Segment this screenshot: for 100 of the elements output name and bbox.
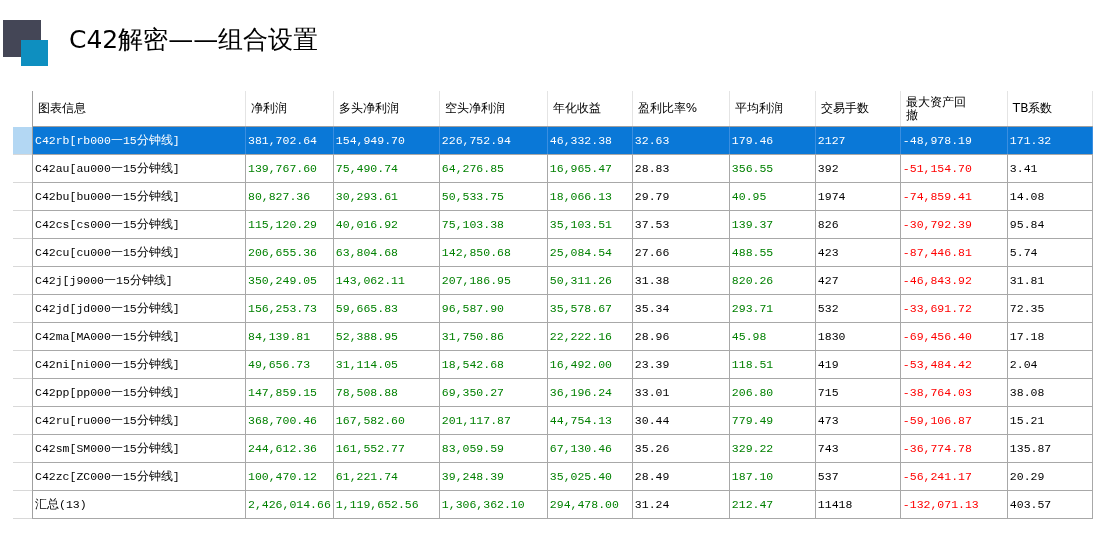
table-cell: C42ni[ni000一15分钟线] — [32, 350, 246, 379]
table-cell: 31.81 — [1007, 266, 1093, 295]
table-cell: 28.96 — [632, 322, 730, 351]
table-cell: -87,446.81 — [900, 238, 1008, 267]
column-header[interactable]: 多头净利润 — [338, 102, 399, 115]
table-cell: 154,949.70 — [333, 126, 440, 155]
table-cell: -74,859.41 — [900, 182, 1008, 211]
table-cell: 39,248.39 — [439, 462, 548, 491]
table-cell: 488.55 — [729, 238, 816, 267]
column-header[interactable]: 交易手数 — [820, 102, 869, 115]
table-cell: 212.47 — [729, 490, 816, 519]
table-cell: 419 — [815, 350, 901, 379]
table-cell: 779.49 — [729, 406, 816, 435]
table-cell: 16,492.00 — [547, 350, 633, 379]
table-cell: C42zc[ZC000一15分钟线] — [32, 462, 246, 491]
table-cell: 820.26 — [729, 266, 816, 295]
table-cell: 100,470.12 — [245, 462, 334, 491]
table-cell: -38,764.03 — [900, 378, 1008, 407]
table-cell: 226,752.94 — [439, 126, 548, 155]
table-cell: 142,850.68 — [439, 238, 548, 267]
table-cell: 3.41 — [1007, 154, 1093, 183]
table-cell: 25,084.54 — [547, 238, 633, 267]
table-cell: 50,533.75 — [439, 182, 548, 211]
table-cell: 29.79 — [632, 182, 730, 211]
table-cell: C42rb[rb000一15分钟线] — [32, 126, 246, 155]
table-cell: 179.46 — [729, 126, 816, 155]
table-cell: 2.04 — [1007, 350, 1093, 379]
table-cell: 356.55 — [729, 154, 816, 183]
table-cell: 28.83 — [632, 154, 730, 183]
table-cell: 368,700.46 — [245, 406, 334, 435]
table-cell: C42au[au000一15分钟线] — [32, 154, 246, 183]
table-cell: 49,656.73 — [245, 350, 334, 379]
table-cell: 156,253.73 — [245, 294, 334, 323]
table-cell: 33.01 — [632, 378, 730, 407]
table-cell: 78,508.88 — [333, 378, 440, 407]
table-cell: 1974 — [815, 182, 901, 211]
column-header[interactable]: 平均利润 — [734, 102, 783, 115]
column-header[interactable]: 图表信息 — [38, 102, 86, 115]
table-cell: 427 — [815, 266, 901, 295]
table-cell: -46,843.92 — [900, 266, 1008, 295]
table-cell: 22,222.16 — [547, 322, 633, 351]
table-cell: 汇总(13) — [32, 490, 246, 519]
table-cell: -33,691.72 — [900, 294, 1008, 323]
column-header[interactable]: TB系数 — [1012, 102, 1053, 115]
table-cell: 350,249.05 — [245, 266, 334, 295]
column-header[interactable]: 最大资产回撤 — [905, 95, 969, 122]
table-cell: 244,612.36 — [245, 434, 334, 463]
table-cell: 69,350.27 — [439, 378, 548, 407]
table-cell: C42cs[cs000一15分钟线] — [32, 210, 246, 239]
table-cell: 14.08 — [1007, 182, 1093, 211]
table-cell: C42ma[MA000一15分钟线] — [32, 322, 246, 351]
table-cell: 329.22 — [729, 434, 816, 463]
table-cell: 31.38 — [632, 266, 730, 295]
table-cell: 206,655.36 — [245, 238, 334, 267]
row-header[interactable] — [13, 127, 32, 155]
table-cell: 15.21 — [1007, 406, 1093, 435]
table-cell: 67,130.46 — [547, 434, 633, 463]
column-header[interactable]: 空头净利润 — [444, 102, 505, 115]
table-cell: 31,114.05 — [333, 350, 440, 379]
table-cell: 61,221.74 — [333, 462, 440, 491]
table-cell: 31,750.86 — [439, 322, 548, 351]
table-cell: 36,196.24 — [547, 378, 633, 407]
table-cell: 84,139.81 — [245, 322, 334, 351]
table-cell: 40.95 — [729, 182, 816, 211]
table-cell: 1,306,362.10 — [439, 490, 548, 519]
table-cell: C42cu[cu000一15分钟线] — [32, 238, 246, 267]
table-cell: 40,016.92 — [333, 210, 440, 239]
table-cell: 294,478.00 — [547, 490, 633, 519]
table-cell: 52,388.95 — [333, 322, 440, 351]
table-cell: 1830 — [815, 322, 901, 351]
table-cell: 826 — [815, 210, 901, 239]
table-cell: 35.34 — [632, 294, 730, 323]
table-cell: 23.39 — [632, 350, 730, 379]
table-cell: 115,120.29 — [245, 210, 334, 239]
table-cell: 1,119,652.56 — [333, 490, 440, 519]
table-cell: 18,542.68 — [439, 350, 548, 379]
table-cell: 135.87 — [1007, 434, 1093, 463]
table-cell: 31.24 — [632, 490, 730, 519]
column-header[interactable]: 盈利比率% — [637, 102, 698, 115]
table-cell: 20.29 — [1007, 462, 1093, 491]
table-cell: 30,293.61 — [333, 182, 440, 211]
table-cell: -53,484.42 — [900, 350, 1008, 379]
table-cell: 139,767.60 — [245, 154, 334, 183]
table-cell: 5.74 — [1007, 238, 1093, 267]
table-cell: 95.84 — [1007, 210, 1093, 239]
table-cell: 59,665.83 — [333, 294, 440, 323]
table-cell: 187.10 — [729, 462, 816, 491]
table-cell: 28.49 — [632, 462, 730, 491]
table-cell: 75,490.74 — [333, 154, 440, 183]
table-cell: 537 — [815, 462, 901, 491]
column-header[interactable]: 净利润 — [251, 102, 287, 115]
table-cell: -59,106.87 — [900, 406, 1008, 435]
table-cell: -69,456.40 — [900, 322, 1008, 351]
table-cell: C42pp[pp000一15分钟线] — [32, 378, 246, 407]
table-cell: -36,774.78 — [900, 434, 1008, 463]
table-cell: 37.53 — [632, 210, 730, 239]
table-cell: 381,702.64 — [245, 126, 334, 155]
table-cell: 743 — [815, 434, 901, 463]
column-header[interactable]: 年化收益 — [552, 102, 601, 115]
table-cell: 161,552.77 — [333, 434, 440, 463]
